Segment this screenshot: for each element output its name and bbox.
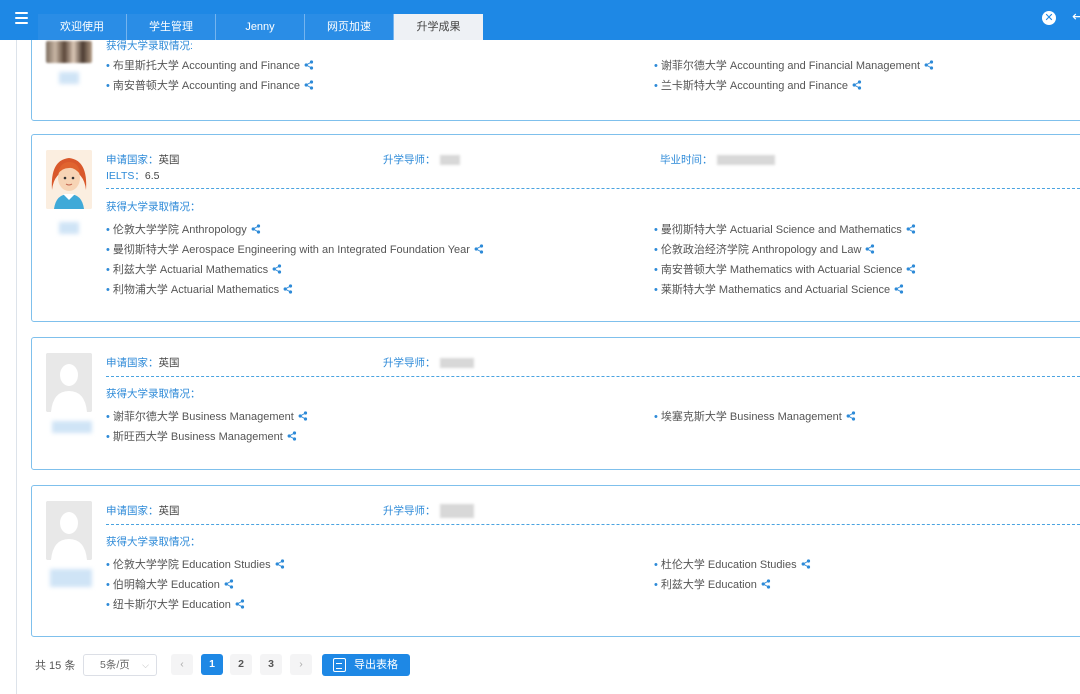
tab-web-acceleration[interactable]: 网页加速 (305, 14, 394, 40)
student-card: 申请国家：英国 升学导师： 获得大学录取情况： • 谢菲尔德大学 Business… (31, 337, 1080, 470)
close-circle-icon[interactable]: ✕ (1042, 11, 1056, 25)
university-item: • 斯旺西大学 Business Management (106, 428, 297, 444)
university-item: • 利兹大学 Education (654, 576, 771, 592)
divider (106, 524, 1080, 525)
university-item: • 谢菲尔德大学 Business Management (106, 408, 308, 424)
page-button-1[interactable]: 1 (201, 654, 223, 675)
tab-jenny[interactable]: Jenny (216, 14, 305, 40)
share-icon[interactable] (251, 223, 261, 237)
share-icon[interactable] (865, 243, 875, 257)
advisor-field: 升学导师： (383, 152, 460, 167)
student-name (59, 72, 79, 84)
excel-icon (333, 658, 346, 672)
university-item: • 莱斯特大学 Mathematics and Actuarial Science (654, 281, 904, 297)
avatar (46, 150, 92, 209)
student-card: 申请国家：英国 升学导师： 毕业时间： IELTS：6.5 获得大学录取情况： … (31, 134, 1080, 322)
left-sidebar-strip (0, 40, 17, 694)
share-icon[interactable] (924, 59, 934, 73)
share-icon[interactable] (852, 79, 862, 93)
university-item: • 南安普顿大学 Accounting and Finance (106, 77, 314, 93)
share-icon[interactable] (235, 598, 245, 612)
university-item: • 伦敦大学学院 Anthropology (106, 221, 261, 237)
offers-title: 获得大学录取情况： (106, 536, 201, 548)
total-count: 共 15 条 (35, 660, 76, 672)
student-name (59, 222, 79, 234)
university-item: • 曼彻斯特大学 Aerospace Engineering with an In… (106, 241, 484, 257)
divider (106, 188, 1080, 189)
share-icon[interactable] (224, 578, 234, 592)
tab-welcome[interactable]: 欢迎使用 (38, 14, 127, 40)
share-icon[interactable] (275, 558, 285, 572)
share-icon[interactable] (304, 79, 314, 93)
university-item: • 伦敦政治经济学院 Anthropology and Law (654, 241, 875, 257)
share-icon[interactable] (846, 410, 856, 424)
university-item: • 杜伦大学 Education Studies (654, 556, 811, 572)
university-item: • 曼彻斯特大学 Actuarial Science and Mathematic… (654, 221, 916, 237)
tab-bar: 欢迎使用 学生管理 Jenny 网页加速 升学成果 (38, 14, 483, 40)
university-item: • 利物浦大学 Actuarial Mathematics (106, 281, 293, 297)
share-icon[interactable] (801, 558, 811, 572)
share-icon[interactable] (906, 263, 916, 277)
university-item: • 南安普顿大学 Mathematics with Actuarial Scien… (654, 261, 916, 277)
share-icon[interactable] (474, 243, 484, 257)
share-icon[interactable] (761, 578, 771, 592)
advisor-field: 升学导师： (383, 503, 474, 519)
page-button-2[interactable]: 2 (230, 654, 252, 675)
share-icon[interactable] (894, 283, 904, 297)
tab-admission-results[interactable]: 升学成果 (394, 14, 483, 40)
menu-icon[interactable] (8, 7, 34, 29)
chevron-down-icon: ⌵ (142, 660, 149, 670)
university-item: • 伯明翰大学 Education (106, 576, 234, 592)
share-icon[interactable] (298, 410, 308, 424)
share-icon[interactable] (283, 283, 293, 297)
university-item: • 布里斯托大学 Accounting and Finance (106, 57, 314, 73)
university-item: • 纽卡斯尔大学 Education (106, 596, 245, 612)
prev-page-button[interactable]: ‹ (171, 654, 193, 675)
university-item: • 兰卡斯特大学 Accounting and Finance (654, 77, 862, 93)
page-button-3[interactable]: 3 (260, 654, 282, 675)
share-icon[interactable] (287, 430, 297, 444)
share-icon[interactable] (272, 263, 282, 277)
divider (106, 376, 1080, 377)
main-content[interactable]: 获得大学录取情况: • 布里斯托大学 Accounting and Finance… (17, 40, 1080, 694)
student-name (50, 569, 92, 587)
export-table-button[interactable]: 导出表格 (322, 654, 410, 676)
country-field: 申请国家：英国 (106, 357, 180, 369)
university-item: • 谢菲尔德大学 Accounting and Financial Managem… (654, 57, 934, 73)
university-item: • 利兹大学 Actuarial Mathematics (106, 261, 282, 277)
student-card: 申请国家：英国 升学导师： 获得大学录取情况： • 伦敦大学学院 Educatio… (31, 485, 1080, 637)
country-field: 申请国家：英国 (106, 505, 180, 517)
top-bar: 欢迎使用 学生管理 Jenny 网页加速 升学成果 ✕ ↩ (0, 0, 1080, 40)
offers-title: 获得大学录取情况： (106, 201, 201, 213)
share-icon[interactable] (304, 59, 314, 73)
advisor-field: 升学导师： (383, 355, 474, 370)
university-item: • 伦敦大学学院 Education Studies (106, 556, 285, 572)
next-page-button[interactable]: › (290, 654, 312, 675)
graduation-field: 毕业时间： (660, 152, 775, 167)
offers-title: 获得大学录取情况: (106, 40, 193, 52)
country-field: 申请国家：英国 (106, 154, 180, 166)
share-icon[interactable] (906, 223, 916, 237)
tab-student-management[interactable]: 学生管理 (127, 14, 216, 40)
student-card: 获得大学录取情况: • 布里斯托大学 Accounting and Finance… (31, 40, 1080, 121)
ielts-field: IELTS：6.5 (106, 170, 160, 182)
avatar (46, 353, 92, 412)
avatar (46, 41, 92, 63)
offers-title: 获得大学录取情况： (106, 388, 201, 400)
university-item: • 埃塞克斯大学 Business Management (654, 408, 856, 424)
student-name (52, 421, 92, 433)
avatar (46, 501, 92, 560)
page-size-select[interactable]: 5条/页 ⌵ (83, 654, 157, 676)
arrow-icon[interactable]: ↩ (1072, 8, 1080, 25)
